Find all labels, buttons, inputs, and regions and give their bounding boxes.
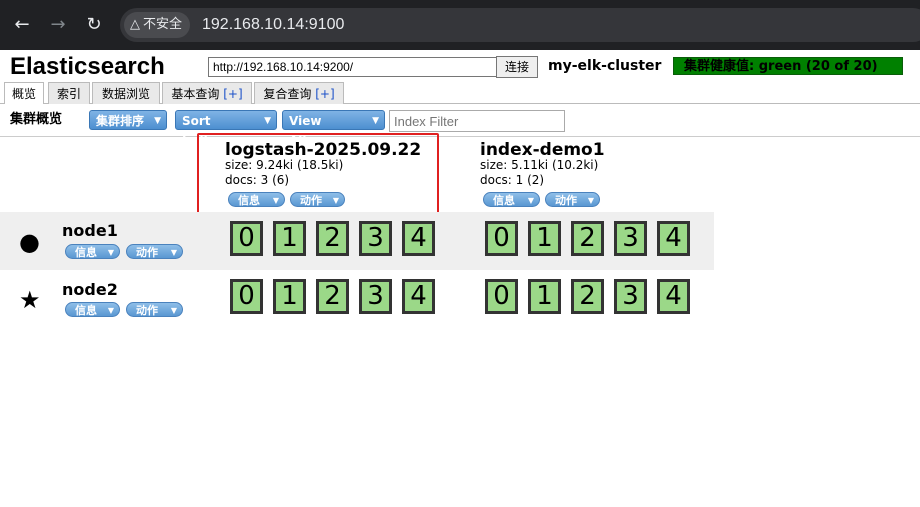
shard-cell[interactable]: 0: [230, 279, 263, 314]
sort-indices-button[interactable]: Sort Indices ▼: [175, 110, 277, 148]
shard-cell[interactable]: 1: [528, 279, 561, 314]
caret-down-icon: ▼: [372, 116, 379, 126]
caret-down-icon: ▼: [264, 116, 271, 126]
star-icon: ★: [19, 286, 41, 314]
shard-cell[interactable]: 4: [402, 221, 435, 256]
shard-cell[interactable]: 0: [230, 221, 263, 256]
shard-cell[interactable]: 1: [273, 279, 306, 314]
node-name: node1: [62, 221, 118, 240]
highlight-box: [197, 133, 439, 217]
node-name: node2: [62, 280, 118, 299]
sort-cluster-button[interactable]: 集群排序 ▼: [89, 110, 167, 130]
shard-cell[interactable]: 2: [571, 279, 604, 314]
circle-icon: ●: [19, 228, 40, 256]
shard-cell[interactable]: 2: [316, 221, 349, 256]
node-action-button[interactable]: 动作 ▼: [126, 302, 183, 317]
index-info-button[interactable]: 信息 ▼: [483, 192, 540, 207]
index-name: index-demo1: [480, 140, 605, 160]
caret-down-icon: ▼: [170, 306, 177, 315]
node-info-button[interactable]: 信息 ▼: [65, 244, 120, 259]
reload-icon[interactable]: ↻: [81, 12, 107, 38]
cluster-url-input[interactable]: http://192.168.10.14:9200/: [208, 57, 502, 77]
tab-compound-query[interactable]: 复合查询 [+]: [254, 82, 344, 104]
cluster-health-badge: 集群健康值: green (20 of 20): [673, 57, 903, 75]
app-title: Elasticsearch: [10, 53, 165, 80]
caret-down-icon: ▼: [587, 196, 594, 205]
view-aliases-button[interactable]: View Aliases ▼: [282, 110, 385, 148]
tab-overview[interactable]: 概览: [4, 82, 44, 105]
shard-cell[interactable]: 3: [614, 221, 647, 256]
forward-icon[interactable]: →: [45, 12, 71, 38]
tab-basic-query[interactable]: 基本查询 [+]: [162, 82, 252, 104]
shard-cell[interactable]: 2: [316, 279, 349, 314]
overview-label: 集群概览: [10, 112, 63, 127]
shard-cell[interactable]: 3: [359, 221, 392, 256]
caret-down-icon: ▼: [170, 248, 177, 257]
shard-cell[interactable]: 4: [657, 279, 690, 314]
address-text[interactable]: 192.168.10.14:9100: [202, 14, 344, 36]
shard-cell[interactable]: 0: [485, 279, 518, 314]
connect-button[interactable]: 连接: [496, 56, 538, 78]
tab-indices[interactable]: 索引: [48, 82, 90, 104]
caret-down-icon: ▼: [107, 306, 114, 315]
caret-down-icon: ▼: [154, 116, 161, 126]
tab-browser[interactable]: 数据浏览: [92, 82, 160, 104]
caret-down-icon: ▼: [527, 196, 534, 205]
cluster-name: my-elk-cluster: [548, 58, 662, 74]
index-action-button[interactable]: 动作 ▼: [545, 192, 600, 207]
shard-cell[interactable]: 4: [402, 279, 435, 314]
basic-query-plus[interactable]: [+]: [223, 87, 242, 101]
index-filter-input[interactable]: Index Filter: [389, 110, 565, 132]
shard-cell[interactable]: 2: [571, 221, 604, 256]
warning-icon: △: [130, 17, 140, 32]
shard-cell[interactable]: 3: [359, 279, 392, 314]
shard-cell[interactable]: 4: [657, 221, 690, 256]
shard-cell[interactable]: 3: [614, 279, 647, 314]
shard-cell[interactable]: 1: [528, 221, 561, 256]
shard-cell[interactable]: 0: [485, 221, 518, 256]
compound-query-plus[interactable]: [+]: [315, 87, 334, 101]
index-docs: docs: 1 (2): [480, 173, 545, 187]
node-info-button[interactable]: 信息 ▼: [65, 302, 120, 317]
index-size: size: 5.11ki (10.2ki): [480, 158, 599, 172]
back-icon[interactable]: ←: [9, 12, 35, 38]
node-action-button[interactable]: 动作 ▼: [126, 244, 183, 259]
security-badge[interactable]: △ 不安全: [124, 12, 191, 38]
caret-down-icon: ▼: [107, 248, 114, 257]
shard-cell[interactable]: 1: [273, 221, 306, 256]
